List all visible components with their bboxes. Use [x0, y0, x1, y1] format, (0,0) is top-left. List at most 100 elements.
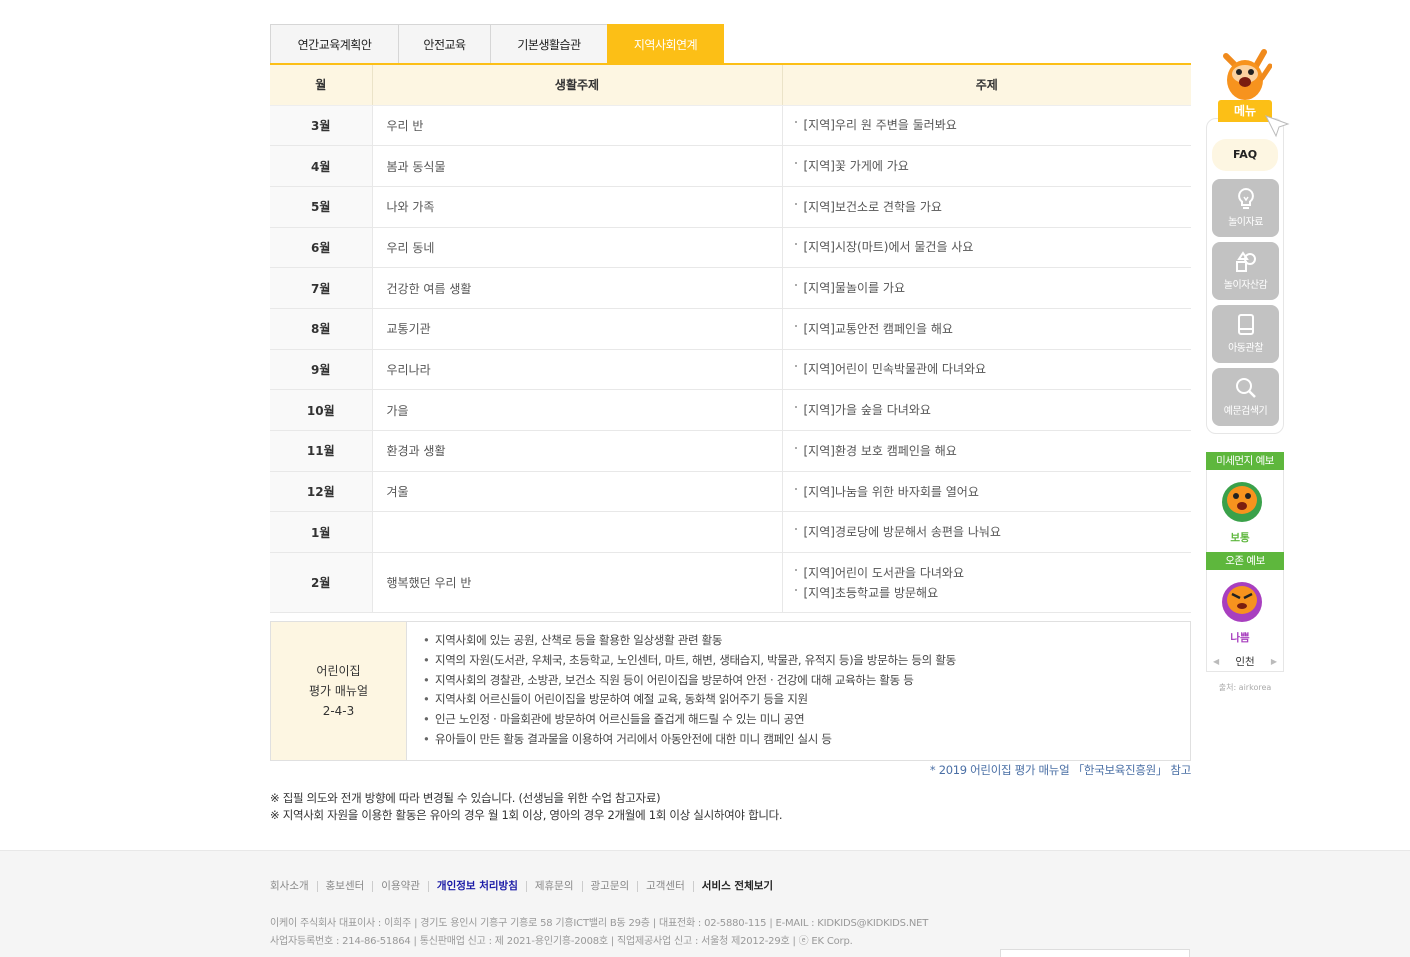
- cell-topic: [지역]교통안전 캠페인을 해요: [782, 308, 1192, 350]
- next-region-arrow[interactable]: ▶: [1271, 657, 1277, 666]
- note-item: 인근 노인정 · 마을회관에 방문하여 어르신들을 즐겁게 해드릴 수 있는 미…: [423, 710, 956, 730]
- source-note: * 2019 어린이집 평가 매뉴얼 「한국보육진흥원」 참고: [929, 763, 1191, 777]
- topic-item: [지역]어린이 민속박물관에 다녀와요: [794, 359, 1192, 379]
- cell-life-theme: 우리 반: [372, 105, 783, 147]
- table-row: 12월 겨울 [지역]나눔을 위한 바자회를 열어요: [270, 471, 1192, 513]
- footer: 회사소개 홍보센터 이용약관 개인정보 처리방침 제휴문의 광고문의 고객센터 …: [0, 850, 1410, 957]
- cell-month: 10월: [270, 389, 373, 431]
- footer-link-partnership[interactable]: 제휴문의: [525, 881, 582, 892]
- table-header-row: 월 생활주제 주제: [270, 65, 1191, 106]
- cell-life-theme: 우리 동네: [372, 227, 783, 269]
- topic-item: [지역]교통안전 캠페인을 해요: [794, 319, 1192, 339]
- cell-topic: [지역]물놀이를 가요: [782, 267, 1192, 309]
- footer-link-pr[interactable]: 홍보센터: [316, 881, 373, 892]
- topic-item: [지역]나눔을 위한 바자회를 열어요: [794, 482, 1192, 502]
- cell-month: 12월: [270, 471, 373, 513]
- footer-link-ads[interactable]: 광고문의: [581, 881, 638, 892]
- topic-item: [지역]환경 보호 캠페인을 해요: [794, 441, 1192, 461]
- note-item: 지역의 자원(도서관, 우체국, 초등학교, 노인센터, 마트, 해변, 생태습…: [423, 651, 956, 671]
- tab-safety[interactable]: 안전교육: [398, 24, 491, 64]
- topic-item: [지역]어린이 도서관을 다녀와요: [794, 563, 1192, 583]
- cell-life-theme: [372, 511, 783, 554]
- cursor-icon: [1264, 115, 1290, 138]
- ozone-mascot-icon: [1222, 582, 1262, 622]
- tab-basic-habits[interactable]: 기본생활습관: [490, 24, 608, 64]
- cell-topic: [지역]가을 숲을 다녀와요: [782, 389, 1192, 431]
- region-name: 인천: [1235, 656, 1255, 668]
- table-row: 7월 건강한 여름 생활 [지역]물놀이를 가요: [270, 267, 1192, 309]
- cell-topic: [지역]보건소로 견학을 가요: [782, 186, 1192, 228]
- cell-life-theme: 겨울: [372, 471, 783, 513]
- topic-item: [지역]꽃 가게에 가요: [794, 156, 1192, 176]
- child-observation-button[interactable]: 아동관찰: [1212, 305, 1279, 363]
- footer-link-terms[interactable]: 이용약관: [372, 881, 428, 892]
- child-observation-label: 아동관찰: [1228, 343, 1263, 354]
- cell-life-theme: 봄과 동식물: [372, 145, 783, 187]
- table-row: 10월 가을 [지역]가을 숲을 다녀와요: [270, 389, 1192, 431]
- footer-company-info: 이케이 주식회사 대표이사 : 이희주 | 경기도 용인시 기흥구 기흥로 58…: [270, 915, 928, 951]
- footer-links: 회사소개 홍보센터 이용약관 개인정보 처리방침 제휴문의 광고문의 고객센터 …: [270, 881, 781, 892]
- table-row: 6월 우리 동네 [지역]시장(마트)에서 물건을 사요: [270, 227, 1192, 269]
- footer-link-support[interactable]: 고객센터: [637, 881, 693, 892]
- note-item: 지역사회에 있는 공원, 산책로 등을 활용한 일상생활 관련 활동: [423, 631, 956, 651]
- table-row: 1월 [지역]경로당에 방문해서 송편을 나눠요: [270, 511, 1192, 554]
- cell-month: 4월: [270, 145, 373, 187]
- page: 연간교육계획안 안전교육 기본생활습관 지역사회연계 월 생활주제 주제 3월 우…: [0, 0, 1410, 957]
- search-icon: [1235, 378, 1256, 398]
- remarks: ※ 집필 의도와 전개 방향에 따라 변경될 수 있습니다. (선생님을 위한 …: [270, 790, 783, 824]
- cell-life-theme: 환경과 생활: [372, 430, 783, 472]
- footer-info-line: 사업자등록번호 : 214-86-51864 | 통신판매업 신고 : 제 20…: [270, 936, 853, 947]
- cell-life-theme: 교통기관: [372, 308, 783, 350]
- tab-community[interactable]: 지역사회연계: [607, 24, 724, 64]
- shapes-icon: [1235, 251, 1256, 272]
- topic-item: [지역]물놀이를 가요: [794, 278, 1192, 298]
- cell-topic: [지역]어린이 민속박물관에 다녀와요: [782, 349, 1192, 391]
- ozone-forecast-body: 나쁨: [1206, 570, 1284, 652]
- weather-widget: 미세먼지 예보 보통 오존 예보 나쁨 ◀ 인천 ▶ 출처: airkorea: [1206, 452, 1284, 693]
- footer-link-all-services[interactable]: 서비스 전체보기: [692, 881, 781, 892]
- topic-item: [지역]가을 숲을 다녀와요: [794, 400, 1192, 420]
- prev-region-arrow[interactable]: ◀: [1213, 657, 1219, 666]
- footer-link-company[interactable]: 회사소개: [270, 881, 317, 892]
- play-material-label: 놀이자료: [1228, 217, 1263, 228]
- example-search-button[interactable]: 예문검색기: [1212, 368, 1279, 426]
- dust-forecast-title: 미세먼지 예보: [1206, 452, 1284, 470]
- footer-family-site-select[interactable]: [1000, 949, 1190, 957]
- cell-life-theme: 나와 가족: [372, 186, 783, 228]
- tab-annual-plan[interactable]: 연간교육계획안: [270, 24, 399, 64]
- footer-link-privacy[interactable]: 개인정보 처리방침: [427, 881, 526, 892]
- dust-mascot-icon: [1222, 482, 1262, 522]
- note-item: 지역사회의 경찰관, 소방관, 보건소 직원 등이 어린이집을 방문하여 안전 …: [423, 671, 956, 691]
- header-topic: 주제: [782, 65, 1191, 106]
- curriculum-table: 월 생활주제 주제 3월 우리 반 [지역]우리 원 주변을 둘러봐요 4월 봄과 동식…: [270, 65, 1192, 614]
- cell-topic: [지역]우리 원 주변을 둘러봐요: [782, 105, 1192, 147]
- cell-topic: [지역]경로당에 방문해서 송편을 나눠요: [782, 511, 1192, 554]
- lightbulb-icon: [1237, 187, 1254, 209]
- note-title-line: 평가 매뉴얼: [308, 684, 368, 698]
- cell-topic: [지역]나눔을 위한 바자회를 열어요: [782, 471, 1192, 513]
- cell-month: 6월: [270, 227, 373, 269]
- topic-item: [지역]보건소로 견학을 가요: [794, 197, 1192, 217]
- region-selector: ◀ 인천 ▶: [1206, 652, 1284, 672]
- table-row: 3월 우리 반 [지역]우리 원 주변을 둘러봐요: [270, 105, 1192, 147]
- topic-item: [지역]시장(마트)에서 물건을 사요: [794, 237, 1192, 257]
- play-material-button[interactable]: 놀이자료: [1212, 179, 1279, 237]
- cell-month: 1월: [270, 511, 373, 554]
- cell-month: 7월: [270, 267, 373, 309]
- tab-bar: 연간교육계획안 안전교육 기본생활습관 지역사회연계: [270, 24, 724, 64]
- remark-line: ※ 집필 의도와 전개 방향에 따라 변경될 수 있습니다. (선생님을 위한 …: [270, 791, 661, 805]
- table-row: 2월 행복했던 우리 반 [지역]어린이 도서관을 다녀와요 [지역]초등학교를 방문…: [270, 552, 1192, 614]
- cell-month: 9월: [270, 349, 373, 391]
- note-title-line: 어린이집: [316, 664, 361, 678]
- table-row: 8월 교통기관 [지역]교통안전 캠페인을 해요: [270, 308, 1192, 350]
- notebook-icon: [1237, 314, 1254, 335]
- note-list: 지역사회에 있는 공원, 산책로 등을 활용한 일상생활 관련 활동 지역의 자…: [407, 622, 956, 760]
- topic-item: [지역]우리 원 주변을 둘러봐요: [794, 115, 1192, 135]
- table-row: 11월 환경과 생활 [지역]환경 보호 캠페인을 해요: [270, 430, 1192, 472]
- weather-source: 출처: airkorea: [1218, 683, 1272, 692]
- topic-item: [지역]경로당에 방문해서 송편을 나눠요: [794, 522, 1192, 542]
- faq-button[interactable]: FAQ: [1212, 139, 1278, 171]
- topic-item: [지역]초등학교를 방문해요: [794, 583, 1192, 603]
- play-asset-button[interactable]: 놀이자산감: [1212, 242, 1279, 300]
- cell-month: 5월: [270, 186, 373, 228]
